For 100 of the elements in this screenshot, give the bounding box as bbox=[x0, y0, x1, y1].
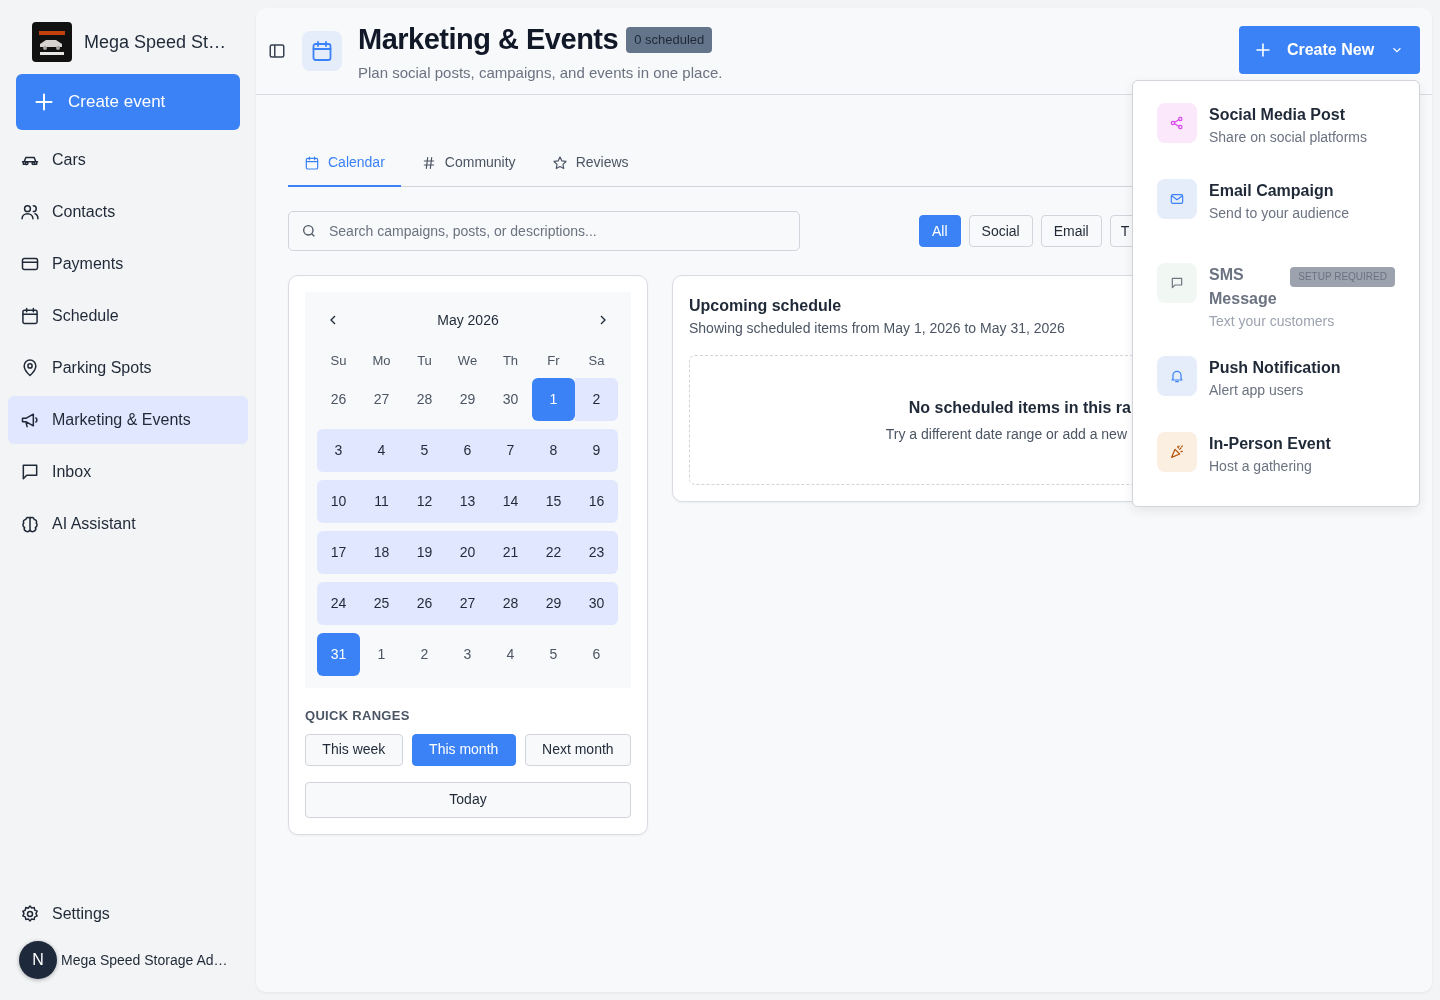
tab[interactable]: Reviews bbox=[535, 141, 645, 187]
calendar-day[interactable]: 4 bbox=[489, 633, 532, 676]
sidebar-item[interactable]: Cars bbox=[8, 136, 248, 184]
mail-icon bbox=[1169, 191, 1185, 207]
schedule-subtitle: Showing scheduled items from May 1, 2026 to May 31, 2026 bbox=[689, 319, 1065, 338]
calendar-day[interactable]: 28 bbox=[403, 378, 446, 421]
calendar-day[interactable]: 22 bbox=[532, 531, 575, 574]
calendar-day[interactable]: 27 bbox=[360, 378, 403, 421]
calendar-day[interactable]: 20 bbox=[446, 531, 489, 574]
star-icon bbox=[551, 154, 568, 171]
calendar-day[interactable]: 27 bbox=[446, 582, 489, 625]
brand-name: Mega Speed St… bbox=[84, 30, 227, 54]
calendar-day[interactable]: 6 bbox=[575, 633, 618, 676]
menu-item-subtitle: Alert app users bbox=[1209, 381, 1305, 400]
sidebar-item[interactable]: Parking Spots bbox=[8, 344, 248, 392]
calendar-day[interactable]: 5 bbox=[403, 429, 446, 472]
calendar-day[interactable]: 19 bbox=[403, 531, 446, 574]
user-avatar: N bbox=[19, 941, 57, 979]
calendar-day[interactable]: 3 bbox=[446, 633, 489, 676]
calendar-icon bbox=[20, 306, 40, 326]
empty-state-text: Try a different date range or add a new bbox=[885, 424, 1127, 444]
menu-item-title: SMS Message bbox=[1209, 265, 1278, 309]
settings-link[interactable]: Settings bbox=[8, 894, 248, 934]
quick-range-button[interactable]: This week bbox=[305, 733, 403, 766]
calendar-day[interactable]: 11 bbox=[360, 480, 403, 523]
calendar-day[interactable]: 7 bbox=[489, 429, 532, 472]
tab[interactable]: Community bbox=[404, 141, 532, 187]
create-event-button[interactable]: Create event bbox=[16, 74, 240, 130]
calendar-day[interactable]: 2 bbox=[575, 378, 618, 421]
sidebar-item[interactable]: Inbox bbox=[8, 448, 248, 496]
calendar-day[interactable]: 1 bbox=[360, 633, 403, 676]
sidebar-item[interactable]: AI Assistant bbox=[8, 500, 248, 548]
plus-icon bbox=[34, 92, 54, 112]
calendar-day[interactable]: 29 bbox=[532, 582, 575, 625]
calendar-day[interactable]: 21 bbox=[489, 531, 532, 574]
calendar-day[interactable]: 6 bbox=[446, 429, 489, 472]
sidebar-item[interactable]: Payments bbox=[8, 240, 248, 288]
calendar-day[interactable]: 13 bbox=[446, 480, 489, 523]
menu-item-subtitle: Send to your audience bbox=[1209, 204, 1351, 223]
calendar-day[interactable]: 24 bbox=[317, 582, 360, 625]
calendar-day[interactable]: 9 bbox=[575, 429, 618, 472]
weekday-label: Su bbox=[329, 352, 348, 371]
calendar-day[interactable]: 5 bbox=[532, 633, 575, 676]
filter-chip[interactable]: Social bbox=[968, 215, 1033, 247]
quick-range-button[interactable]: Next month bbox=[524, 733, 631, 766]
weekday-label: Fr bbox=[546, 352, 561, 371]
filter-chip[interactable]: All bbox=[919, 215, 961, 247]
plus-icon bbox=[1255, 42, 1271, 58]
calendar-day[interactable]: 31 bbox=[317, 633, 360, 676]
people-icon bbox=[20, 202, 40, 222]
calendar-day[interactable]: 18 bbox=[360, 531, 403, 574]
empty-state-title: No scheduled items in this ra bbox=[908, 397, 1131, 418]
quick-ranges-heading: QUICK RANGES bbox=[305, 707, 411, 725]
calendar-day[interactable]: 25 bbox=[360, 582, 403, 625]
calendar-day[interactable]: 15 bbox=[532, 480, 575, 523]
menu-item[interactable]: Social Media Post Share on social platforms bbox=[1157, 93, 1395, 169]
page-subtitle: Plan social posts, campaigns, and events in one place. bbox=[358, 62, 723, 83]
logo-icon bbox=[32, 22, 72, 62]
today-button[interactable]: Today bbox=[305, 781, 631, 818]
calendar-day[interactable]: 26 bbox=[317, 378, 360, 421]
user-name: Mega Speed Storage Ad… bbox=[61, 950, 228, 970]
calendar-day[interactable]: 3 bbox=[317, 429, 360, 472]
schedule-title: Upcoming schedule bbox=[689, 296, 842, 316]
weekday-label: Mo bbox=[371, 352, 392, 371]
tab[interactable]: Calendar bbox=[288, 141, 401, 187]
weekday-label: Th bbox=[501, 352, 520, 371]
calendar-day[interactable]: 30 bbox=[489, 378, 532, 421]
calendar-day[interactable]: 16 bbox=[575, 480, 618, 523]
menu-item-title: In-Person Event bbox=[1209, 434, 1331, 454]
calendar-day[interactable]: 26 bbox=[403, 582, 446, 625]
sidebar-item[interactable]: Contacts bbox=[8, 188, 248, 236]
create-new-button[interactable]: Create New bbox=[1239, 26, 1420, 74]
sidebar-item[interactable]: Schedule bbox=[8, 292, 248, 340]
page-title: Marketing & Events bbox=[358, 22, 619, 57]
calendar-day[interactable]: 12 bbox=[403, 480, 446, 523]
calendar-day[interactable]: 4 bbox=[360, 429, 403, 472]
calendar-day[interactable]: 14 bbox=[489, 480, 532, 523]
menu-item[interactable]: Email Campaign Send to your audience bbox=[1157, 169, 1395, 245]
calendar-day[interactable]: 30 bbox=[575, 582, 618, 625]
search-field[interactable]: Search campaigns, posts, or descriptions... bbox=[288, 211, 800, 251]
calendar-day[interactable]: 23 bbox=[575, 531, 618, 574]
quick-range-button[interactable]: This month bbox=[411, 733, 516, 766]
calendar-day[interactable]: 10 bbox=[317, 480, 360, 523]
calendar-day[interactable]: 29 bbox=[446, 378, 489, 421]
share-icon bbox=[1169, 115, 1185, 131]
sidebar-item[interactable]: Marketing & Events bbox=[8, 396, 248, 444]
bell-icon bbox=[1169, 368, 1185, 384]
menu-item[interactable]: Push Notification Alert app users bbox=[1157, 346, 1395, 422]
calendar-day[interactable]: 2 bbox=[403, 633, 446, 676]
menu-item[interactable]: In-Person Event Host a gathering bbox=[1157, 422, 1395, 498]
settings-icon bbox=[20, 904, 40, 924]
search-icon bbox=[301, 223, 317, 239]
calendar-day[interactable]: 1 bbox=[532, 378, 575, 421]
calendar-day[interactable]: 17 bbox=[317, 531, 360, 574]
filter-chip[interactable]: Email bbox=[1040, 215, 1102, 247]
calendar-day[interactable]: 8 bbox=[532, 429, 575, 472]
calendar-day[interactable]: 28 bbox=[489, 582, 532, 625]
sidebar-toggle-icon[interactable] bbox=[268, 42, 286, 60]
weekday-label: Tu bbox=[416, 352, 433, 371]
menu-item-subtitle: Share on social platforms bbox=[1209, 128, 1368, 147]
